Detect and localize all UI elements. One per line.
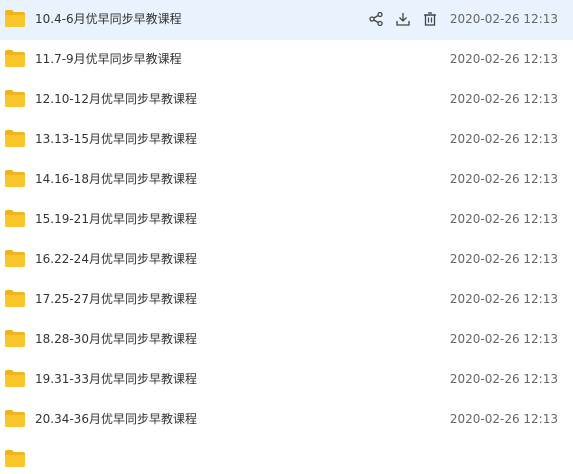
file-row[interactable]: 20.34-36月优早同步早教课程 2020-02-26 12:13 [0,400,573,440]
file-row[interactable]: 12.10-12月优早同步早教课程 2020-02-26 12:13 [0,80,573,120]
modified-date: 2020-02-26 12:13 [449,52,558,66]
file-name[interactable]: 14.16-18月优早同步早教课程 [35,160,197,198]
file-list: 10.4-6月优早同步早教课程 2020-02-26 12:13 11.7-9月… [0,0,573,474]
file-row[interactable]: 11.7-9月优早同步早教课程 2020-02-26 12:13 [0,40,573,80]
modified-date: 2020-02-26 12:13 [449,372,558,386]
folder-icon [5,50,25,67]
file-row[interactable]: 10.4-6月优早同步早教课程 2020-02-26 12:13 [0,0,573,40]
file-row[interactable]: 19.31-33月优早同步早教课程 2020-02-26 12:13 [0,360,573,400]
file-row[interactable]: 16.22-24月优早同步早教课程 2020-02-26 12:13 [0,240,573,280]
folder-icon [5,450,25,467]
file-name[interactable]: 15.19-21月优早同步早教课程 [35,200,197,238]
folder-icon [5,370,25,387]
modified-date: 2020-02-26 12:13 [449,252,558,266]
folder-icon [5,210,25,227]
modified-date: 2020-02-26 12:13 [449,412,558,426]
file-row[interactable]: 14.16-18月优早同步早教课程 2020-02-26 12:13 [0,160,573,200]
file-name[interactable]: 19.31-33月优早同步早教课程 [35,360,197,398]
modified-date: 2020-02-26 12:13 [449,212,558,226]
download-icon [396,13,410,26]
folder-icon [5,410,25,427]
share-button[interactable] [366,9,386,29]
file-name[interactable]: 17.25-27月优早同步早教课程 [35,280,197,318]
trash-icon [424,12,436,26]
file-name[interactable]: 16.22-24月优早同步早教课程 [35,240,197,278]
file-row[interactable]: 13.13-15月优早同步早教课程 2020-02-26 12:13 [0,120,573,160]
modified-date: 2020-02-26 12:13 [449,92,558,106]
file-name[interactable]: 11.7-9月优早同步早教课程 [35,40,182,78]
folder-icon [5,290,25,307]
file-name[interactable]: 12.10-12月优早同步早教课程 [35,80,197,118]
modified-date: 2020-02-26 12:13 [449,132,558,146]
folder-icon [5,170,25,187]
folder-icon [5,330,25,347]
file-row[interactable]: 15.19-21月优早同步早教课程 2020-02-26 12:13 [0,200,573,240]
modified-date: 2020-02-26 12:13 [449,172,558,186]
download-button[interactable] [393,9,413,29]
modified-date: 2020-02-26 12:13 [449,292,558,306]
folder-icon [5,90,25,107]
share-icon [369,12,383,26]
file-name[interactable]: 18.28-30月优早同步早教课程 [35,320,197,358]
file-row[interactable]: 17.25-27月优早同步早教课程 2020-02-26 12:13 [0,280,573,320]
file-name[interactable]: 20.34-36月优早同步早教课程 [35,400,197,438]
file-name[interactable]: 13.13-15月优早同步早教课程 [35,120,197,158]
file-row-partial[interactable] [0,440,573,474]
modified-date: 2020-02-26 12:13 [449,12,558,26]
modified-date: 2020-02-26 12:13 [449,332,558,346]
folder-icon [5,130,25,147]
file-row[interactable]: 18.28-30月优早同步早教课程 2020-02-26 12:13 [0,320,573,360]
folder-icon [5,10,25,27]
file-name[interactable]: 10.4-6月优早同步早教课程 [35,0,182,38]
delete-button[interactable] [420,9,440,29]
row-actions [366,9,447,29]
folder-icon [5,250,25,267]
